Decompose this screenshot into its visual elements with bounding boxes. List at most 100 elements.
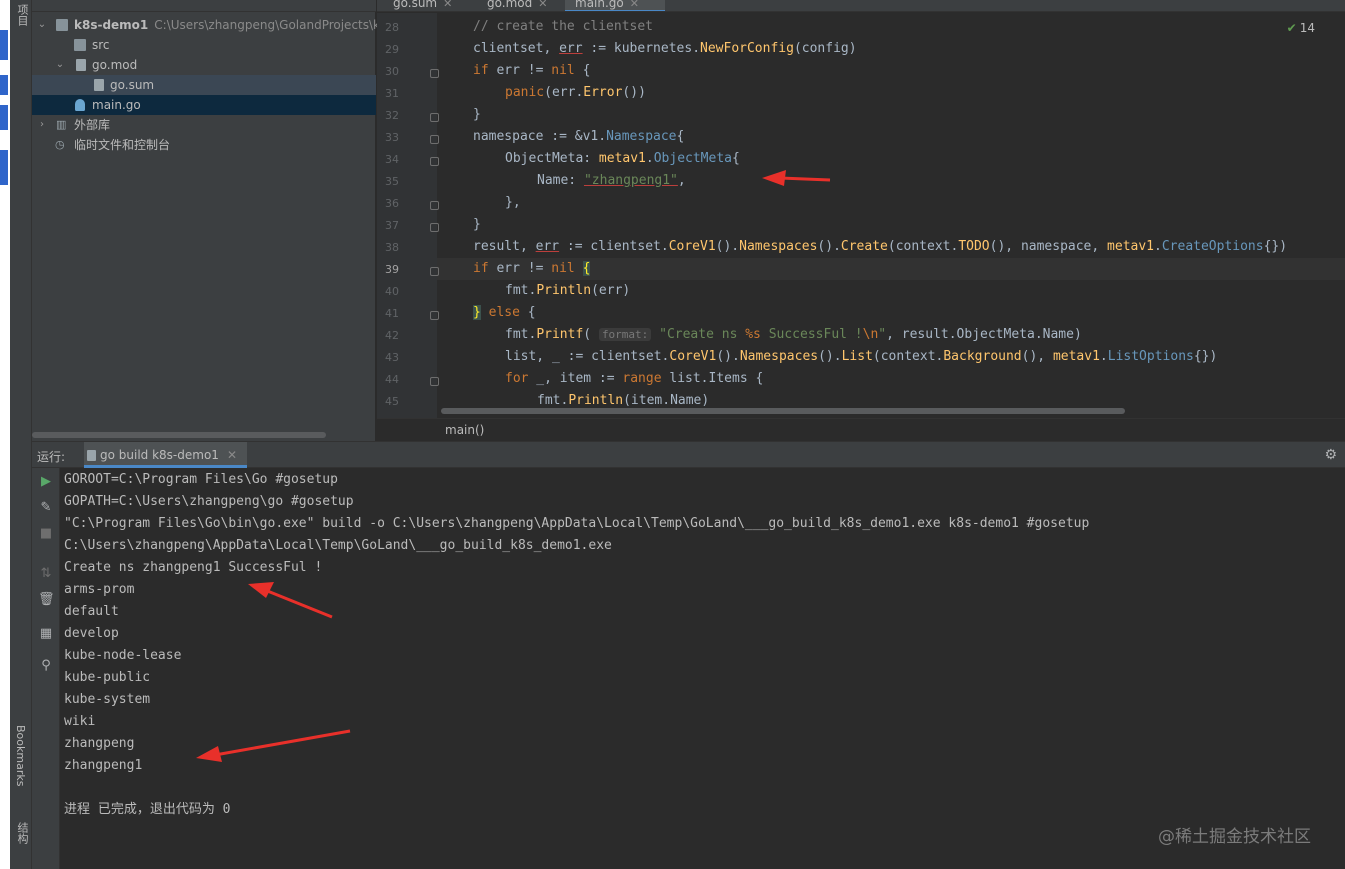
tree-item-label: main.go bbox=[92, 98, 141, 112]
tree-item-label: 外部库 bbox=[74, 118, 111, 132]
line-number: 30 bbox=[385, 65, 399, 78]
line-number: 41 bbox=[385, 307, 399, 320]
code-line-28: // create the clientset bbox=[473, 19, 654, 34]
line-number: 34 bbox=[385, 153, 399, 166]
code-editor[interactable]: 28 29 30 31 32 33 34 35 36 37 38 39 40 4… bbox=[377, 13, 1345, 418]
line-number: 40 bbox=[385, 285, 399, 298]
tree-item-main-go[interactable]: main.go bbox=[32, 95, 376, 115]
inspection-count: 14 bbox=[1299, 21, 1315, 35]
line-number: 37 bbox=[385, 219, 399, 232]
run-tab-label: go build k8s-demo1 bbox=[100, 448, 219, 462]
project-toolwindow-button[interactable]: 项目 bbox=[14, 4, 30, 26]
gear-icon[interactable]: ⚙ bbox=[1324, 447, 1337, 463]
fold-marker-icon[interactable] bbox=[430, 377, 439, 386]
tree-root-k8s-demo1[interactable]: ⌄ k8s-demo1 C:\Users\zhangpeng\GolandProj… bbox=[32, 15, 388, 35]
run-panel-header: 运行: go build k8s-demo1 ✕ ⚙ bbox=[32, 441, 1345, 468]
tab-label: go.sum bbox=[393, 0, 438, 10]
chevron-right-icon[interactable]: › bbox=[37, 115, 47, 135]
close-icon[interactable]: ✕ bbox=[538, 0, 547, 10]
fold-marker-icon[interactable] bbox=[430, 311, 439, 320]
code-line-40: fmt.Println(err) bbox=[505, 283, 631, 298]
line-number: 31 bbox=[385, 87, 399, 100]
background-window-edge bbox=[0, 0, 10, 869]
line-number: 35 bbox=[385, 175, 399, 188]
code-line-38: result, err := clientset.CoreV1().Namesp… bbox=[473, 239, 1288, 254]
fold-marker-icon[interactable] bbox=[430, 113, 439, 122]
console-line: C:\Users\zhangpeng\AppData\Local\Temp\Go… bbox=[64, 538, 612, 553]
project-name: k8s-demo1 bbox=[74, 18, 149, 32]
stop-icon[interactable]: ■ bbox=[38, 526, 54, 542]
code-line-39: if err != nil { bbox=[473, 261, 591, 276]
tab-main-go[interactable]: main.go ✕ bbox=[565, 0, 665, 11]
line-number: 39 bbox=[385, 263, 399, 276]
inspection-widget[interactable]: ✔ 14 bbox=[1287, 21, 1315, 35]
console-line: kube-node-lease bbox=[64, 648, 182, 663]
editor-horizontal-scrollbar[interactable] bbox=[441, 408, 1125, 414]
rerun-icon[interactable]: ▶ bbox=[38, 474, 54, 490]
chevron-down-icon[interactable]: ⌄ bbox=[37, 15, 47, 35]
line-number: 42 bbox=[385, 329, 399, 342]
console-line: GOROOT=C:\Program Files\Go #gosetup bbox=[64, 472, 338, 487]
trash-icon[interactable]: 🗑 bbox=[38, 592, 55, 608]
code-line-31: panic(err.Error()) bbox=[505, 85, 646, 100]
tree-item-go-sum[interactable]: go.sum bbox=[32, 75, 376, 95]
fold-marker-icon[interactable] bbox=[430, 201, 439, 210]
go-file-icon bbox=[75, 99, 85, 111]
console-line: develop bbox=[64, 626, 119, 641]
fold-marker-icon[interactable] bbox=[430, 157, 439, 166]
code-line-35: Name: "zhangpeng1", bbox=[537, 173, 686, 188]
wrench-icon[interactable]: ✎ bbox=[38, 500, 54, 516]
scratch-icon: ◷ bbox=[55, 138, 65, 151]
console-line: kube-public bbox=[64, 670, 151, 685]
tab-label: go.mod bbox=[487, 0, 533, 10]
console-line: arms-prom bbox=[64, 582, 135, 597]
console-exit-line: 进程 已完成，退出代码为 0 bbox=[64, 802, 231, 817]
run-console[interactable]: GOROOT=C:\Program Files\Go #gosetup GOPA… bbox=[60, 468, 1345, 869]
structure-toolwindow-button[interactable]: 结构 bbox=[14, 822, 30, 844]
project-horizontal-scrollbar[interactable] bbox=[32, 432, 326, 438]
run-toolbar: ▶ ✎ ■ ⇅ 🗑 ▦ ⚲ bbox=[32, 468, 60, 869]
tree-item-src[interactable]: src bbox=[32, 35, 376, 55]
fold-marker-icon[interactable] bbox=[430, 267, 439, 276]
close-icon[interactable]: ✕ bbox=[443, 0, 452, 10]
code-line-36: }, bbox=[505, 195, 521, 210]
layout-icon[interactable]: ▦ bbox=[38, 626, 54, 642]
console-line: GOPATH=C:\Users\zhangpeng\go #gosetup bbox=[64, 494, 354, 509]
code-line-44: for _, item := range list.Items { bbox=[505, 371, 764, 386]
line-number: 33 bbox=[385, 131, 399, 144]
line-number: 43 bbox=[385, 351, 399, 364]
fold-marker-icon[interactable] bbox=[430, 223, 439, 232]
run-tab-go-build[interactable]: go build k8s-demo1 ✕ bbox=[84, 442, 247, 468]
line-number: 32 bbox=[385, 109, 399, 122]
project-path: C:\Users\zhangpeng\GolandProjects\k8 bbox=[154, 18, 388, 32]
bookmarks-toolwindow-button[interactable]: Bookmarks bbox=[14, 725, 27, 786]
code-line-30: if err != nil { bbox=[473, 63, 591, 78]
tab-go-sum[interactable]: go.sum ✕ bbox=[383, 0, 452, 11]
sort-icon[interactable]: ⇅ bbox=[38, 566, 54, 582]
tree-item-label: go.sum bbox=[110, 78, 155, 92]
tree-item-go-mod[interactable]: ⌄ go.mod bbox=[32, 55, 376, 75]
editor-tab-bar: go.sum ✕ go.mod ✕ main.go ✕ bbox=[377, 0, 1345, 12]
chevron-down-icon[interactable]: ⌄ bbox=[55, 55, 65, 75]
checkmark-icon: ✔ bbox=[1286, 21, 1297, 35]
close-icon[interactable]: ✕ bbox=[630, 0, 639, 10]
project-panel-header bbox=[32, 0, 376, 12]
console-line: default bbox=[64, 604, 119, 619]
tree-item-scratches[interactable]: ◷ 临时文件和控制台 bbox=[32, 135, 376, 155]
close-icon[interactable]: ✕ bbox=[227, 448, 237, 462]
tree-item-external-libraries[interactable]: › ▥ 外部库 bbox=[32, 115, 376, 135]
library-icon: ▥ bbox=[56, 118, 67, 131]
code-line-41: } else { bbox=[473, 305, 536, 320]
fold-marker-icon[interactable] bbox=[430, 69, 439, 78]
fold-marker-icon[interactable] bbox=[430, 135, 439, 144]
line-number: 44 bbox=[385, 373, 399, 386]
pin-icon[interactable]: ⚲ bbox=[38, 658, 54, 674]
breadcrumb-item[interactable]: main() bbox=[445, 423, 484, 437]
go-build-icon bbox=[87, 450, 96, 461]
folder-icon bbox=[56, 19, 68, 31]
tab-label: main.go bbox=[575, 0, 624, 10]
console-line: zhangpeng1 bbox=[64, 758, 143, 773]
tab-go-mod[interactable]: go.mod ✕ bbox=[477, 0, 547, 11]
run-panel-label: 运行: bbox=[37, 450, 66, 464]
console-line: Create ns zhangpeng1 SuccessFul ! bbox=[64, 560, 323, 575]
